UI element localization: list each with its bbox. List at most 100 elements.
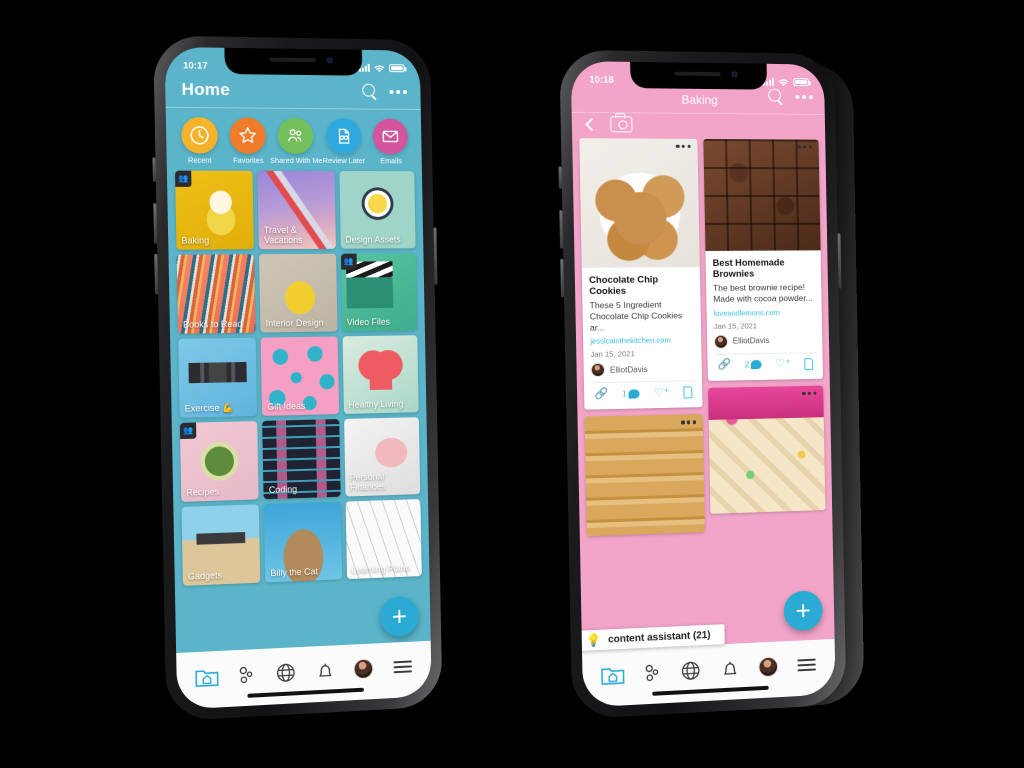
folder-tile[interactable]: Personal Finances [343, 416, 421, 497]
bell-icon [315, 659, 335, 682]
recipe-card[interactable]: Best Homemade Brownies The best brownie … [703, 138, 823, 381]
save-heart-icon[interactable]: ♡⁺ [775, 358, 790, 370]
recipe-card[interactable]: Chocolate Chip Cookies These 5 Ingredien… [579, 138, 703, 411]
nav-connections[interactable] [231, 661, 261, 689]
search-icon[interactable] [362, 84, 377, 99]
quick-action-shared-with-me[interactable]: Shared With Me [270, 117, 323, 165]
folder-tile[interactable]: Healthy Living [342, 334, 419, 414]
folder-tile[interactable]: Travel & Vacations [257, 170, 336, 249]
mute-switch[interactable] [152, 157, 156, 182]
quick-action-label: Review Later [322, 156, 366, 166]
folder-tile[interactable]: Learning Piano [345, 498, 422, 579]
nav-menu[interactable] [792, 651, 821, 678]
home-folder-icon [194, 666, 219, 688]
card-actions: 🔗 2 ♡⁺ [714, 351, 817, 376]
nav-profile[interactable] [753, 653, 783, 680]
volume-down-button[interactable] [154, 253, 159, 295]
recipe-image [703, 138, 821, 251]
globe-icon [275, 661, 297, 684]
profile-avatar [758, 656, 779, 678]
folder-label: Video Files [346, 316, 391, 328]
status-time: 10:17 [182, 59, 208, 72]
mute-switch[interactable] [558, 166, 562, 189]
card-more-icon[interactable] [681, 420, 696, 425]
quick-action-favorites[interactable]: Favorites [225, 117, 271, 165]
note-icon[interactable] [804, 357, 814, 370]
star-icon [229, 117, 267, 154]
folder-tile[interactable]: 👥 Recipes [179, 420, 260, 502]
nav-notifications[interactable] [715, 655, 745, 682]
card-description: These 5 Ingredient Chocolate Chip Cookie… [589, 299, 683, 333]
card-actions: 🔗 1 ♡⁺ [591, 380, 696, 405]
shared-badge-icon: 👥 [179, 422, 197, 439]
home-header: Home [165, 77, 421, 111]
power-button[interactable] [433, 227, 438, 285]
folder-tile[interactable]: Coding [262, 418, 341, 499]
more-dots-icon[interactable] [795, 94, 813, 99]
folder-tile[interactable]: Books to Read [176, 254, 256, 334]
nav-home-folder[interactable] [597, 661, 628, 689]
folder-tile[interactable]: 👥 Baking [174, 170, 255, 250]
nav-home-folder[interactable] [191, 663, 222, 691]
front-camera [731, 71, 738, 78]
nav-connections[interactable] [637, 659, 667, 687]
profile-avatar [353, 658, 374, 680]
recipe-card[interactable] [584, 414, 705, 537]
nav-notifications[interactable] [310, 657, 340, 684]
nav-profile[interactable] [349, 655, 379, 682]
bottom-nav [176, 640, 432, 710]
comment-action[interactable]: 2 [745, 360, 762, 369]
menu-icon [797, 656, 816, 675]
nav-globe[interactable] [271, 659, 301, 687]
camera-icon[interactable] [610, 116, 633, 133]
recipe-card[interactable] [708, 385, 826, 514]
card-more-icon[interactable] [676, 144, 691, 149]
folder-tile[interactable]: Gift Ideas [260, 336, 339, 416]
battery-icon [793, 78, 809, 87]
user-avatar [713, 334, 729, 349]
nav-globe[interactable] [676, 657, 706, 685]
link-icon[interactable]: 🔗 [594, 388, 608, 400]
card-more-icon[interactable] [802, 391, 817, 395]
card-source-link[interactable]: loveandlemons.com [713, 307, 815, 318]
user-avatar [590, 363, 606, 378]
phone-left: 10:17 Home Recent Favorites Shared With … [152, 35, 443, 722]
quick-action-emails[interactable]: Emails [368, 118, 413, 165]
card-user[interactable]: ElliotDavis [590, 362, 695, 383]
bottom-nav [582, 638, 836, 708]
note-icon[interactable] [683, 386, 693, 399]
save-heart-icon[interactable]: ♡⁺ [654, 387, 670, 399]
back-chevron-icon[interactable] [585, 117, 599, 131]
volume-down-button[interactable] [560, 258, 565, 298]
envelope-icon [372, 118, 409, 155]
nav-menu[interactable] [388, 653, 417, 680]
notch [630, 61, 768, 90]
more-dots-icon[interactable] [389, 89, 407, 94]
quick-action-review-later[interactable]: Review Later [321, 118, 366, 165]
earpiece-speaker [674, 71, 721, 77]
recipe-image [584, 414, 705, 537]
volume-up-button[interactable] [559, 210, 564, 249]
folder-tile[interactable]: Design Assets [339, 170, 416, 249]
link-icon[interactable]: 🔗 [717, 359, 731, 371]
card-user[interactable]: ElliotDavis [713, 333, 816, 353]
folder-tile[interactable]: Gadgets [181, 504, 261, 586]
folder-tile[interactable]: Interior Design [259, 253, 338, 333]
folder-tile[interactable]: Billy the Cat [264, 501, 342, 583]
page-title: Baking [681, 92, 718, 108]
card-source-link[interactable]: jessicainthekitchen.com [590, 336, 694, 346]
comment-count: 2 [744, 360, 750, 370]
folder-tile[interactable]: Exercise 💪 [178, 337, 258, 418]
folder-label: Healthy Living [348, 398, 404, 410]
card-more-icon[interactable] [797, 145, 812, 149]
comment-action[interactable]: 1 [622, 389, 640, 399]
quick-action-recent[interactable]: Recent [176, 117, 223, 165]
folder-tile[interactable]: 👥 Video Files [340, 252, 418, 332]
people-icon [277, 117, 315, 155]
search-icon[interactable] [768, 89, 783, 104]
quick-actions-row: Recent Favorites Shared With Me Review L… [166, 108, 422, 169]
folder-label: Gift Ideas [267, 400, 306, 412]
volume-up-button[interactable] [153, 203, 158, 244]
baking-header: Baking [571, 89, 825, 116]
folder-label: Coding [268, 483, 298, 495]
